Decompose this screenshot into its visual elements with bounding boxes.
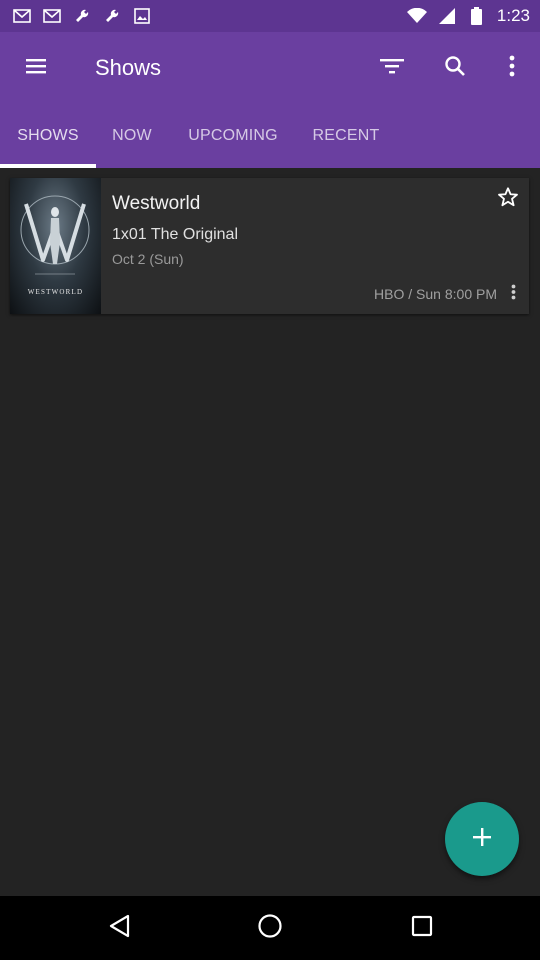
search-icon xyxy=(444,55,466,82)
tab-bar: SHOWS NOW UPCOMING RECENT xyxy=(0,104,540,168)
back-triangle-icon xyxy=(108,914,130,943)
toolbar: Shows xyxy=(0,32,540,104)
recents-button[interactable] xyxy=(398,904,446,952)
overflow-menu-button[interactable] xyxy=(488,44,536,92)
app-bar: Shows SHOWS NOW UPCOMING RECENT xyxy=(0,32,540,168)
more-vertical-icon xyxy=(509,55,515,82)
plus-icon xyxy=(472,827,492,852)
search-button[interactable] xyxy=(431,44,479,92)
notification-icons xyxy=(12,6,152,26)
system-icons: 1:23 xyxy=(406,6,530,26)
more-vertical-icon xyxy=(511,284,516,305)
show-card[interactable]: WESTWORLD Westworld 1x01 The Original Oc… xyxy=(10,178,529,314)
hamburger-menu-icon xyxy=(24,57,48,80)
screen: 1:23 Shows SHOWS NOW UPCOMING RECENT WES… xyxy=(0,0,540,960)
wrench-icon xyxy=(72,6,92,26)
add-show-button[interactable] xyxy=(445,802,519,876)
menu-button[interactable] xyxy=(12,44,60,92)
tab-recent[interactable]: RECENT xyxy=(298,104,394,168)
gmail-icon xyxy=(12,6,32,26)
gmail-icon xyxy=(42,6,62,26)
wrench-icon xyxy=(102,6,122,26)
show-options-button[interactable] xyxy=(501,280,525,308)
wifi-icon xyxy=(406,6,427,26)
network-time: HBO / Sun 8:00 PM xyxy=(374,286,497,302)
episode-title: 1x01 The Original xyxy=(112,226,238,243)
back-button[interactable] xyxy=(95,904,143,952)
shows-list: WESTWORLD Westworld 1x01 The Original Oc… xyxy=(0,168,540,896)
recents-square-icon xyxy=(411,915,433,942)
star-outline-icon xyxy=(497,186,519,213)
battery-icon xyxy=(467,6,487,26)
filter-icon xyxy=(379,57,405,80)
poster-logo-text: WESTWORLD xyxy=(27,288,84,296)
show-poster: WESTWORLD xyxy=(10,178,101,314)
system-navigation-bar xyxy=(0,896,540,960)
status-bar: 1:23 xyxy=(0,0,540,32)
signal-icon xyxy=(437,6,457,26)
page-title: Shows xyxy=(95,55,162,80)
show-title: Westworld xyxy=(112,193,201,214)
tab-shows[interactable]: SHOWS xyxy=(0,104,96,168)
home-button[interactable] xyxy=(246,904,294,952)
clock-time: 1:23 xyxy=(496,6,530,25)
filter-button[interactable] xyxy=(368,44,416,92)
home-circle-icon xyxy=(257,913,283,944)
tab-upcoming[interactable]: UPCOMING xyxy=(168,104,298,168)
favorite-button[interactable] xyxy=(493,184,523,214)
air-date: Oct 2 (Sun) xyxy=(112,251,184,267)
tab-now[interactable]: NOW xyxy=(96,104,168,168)
image-icon xyxy=(132,6,152,26)
